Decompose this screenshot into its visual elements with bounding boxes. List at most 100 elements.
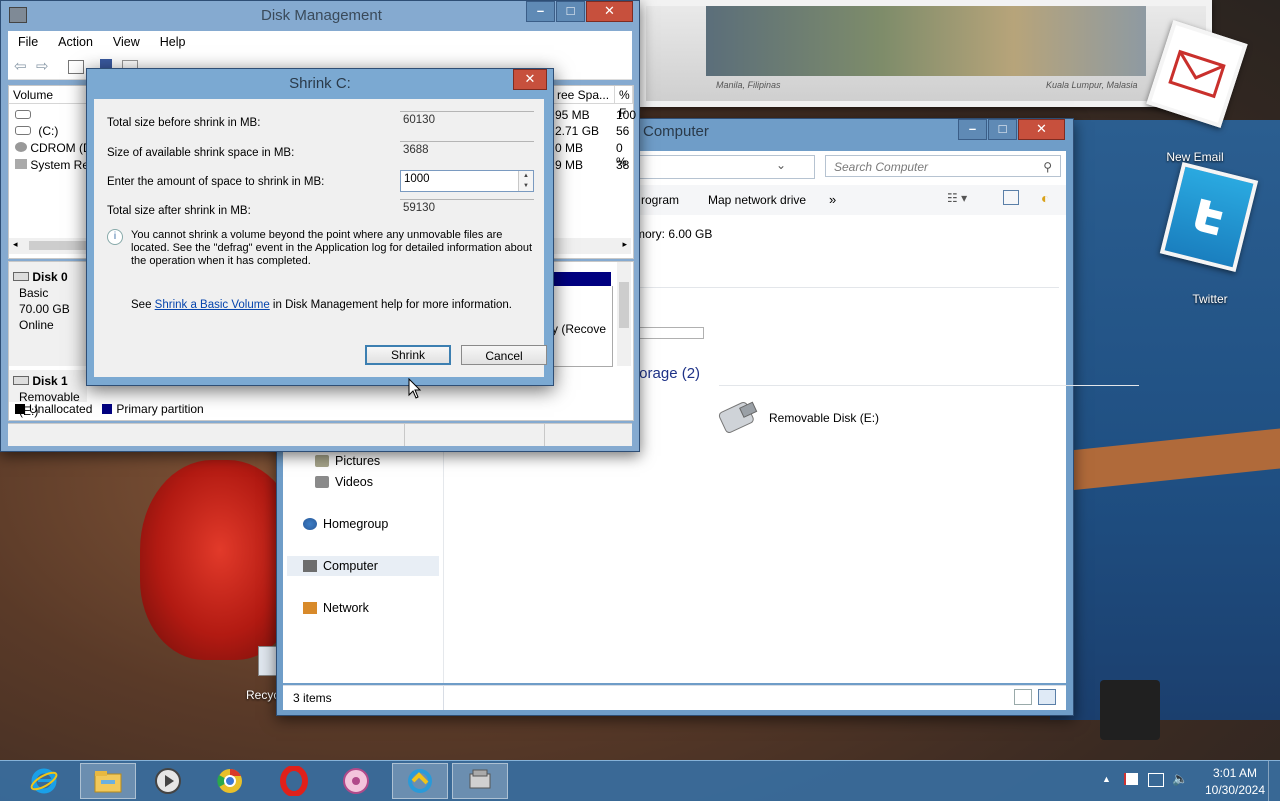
network-status-icon[interactable] [1148,773,1164,787]
close-button[interactable]: ✕ [1018,119,1065,140]
volume-row[interactable]: (C:) [15,124,58,138]
photo-landscape [706,6,1146,76]
console-tree-icon[interactable] [68,60,84,74]
taskbar-flower-app[interactable] [328,763,384,799]
free-space-value: 2.71 GB [555,124,600,138]
legend-unallocated-label: Unallocated [29,402,93,416]
free-space-value: 95 MB [555,108,590,122]
taskbar-internet-explorer[interactable] [16,763,72,799]
drive-icon [15,126,31,135]
size-before-value: 60130 [400,111,534,133]
mouse-cursor-icon [408,378,422,399]
chevron-down-icon[interactable]: ⌄ [776,158,786,172]
clock-date[interactable]: 10/30/2024 [1202,783,1268,797]
usb-drive-icon [718,401,758,433]
preview-pane-icon[interactable] [1003,190,1019,205]
explorer-statusbar: 3 items [283,685,1066,710]
volume-row[interactable] [15,108,31,122]
taskbar-opera[interactable] [266,763,322,799]
show-desktop-button[interactable] [1268,761,1280,801]
nav-videos[interactable]: Videos [315,472,373,492]
menu-view[interactable]: View [103,31,150,53]
cmd-program[interactable]: rogram [641,193,679,207]
show-hidden-icons-icon[interactable]: ▲ [1102,774,1111,784]
taskbar-file-explorer[interactable] [80,763,136,799]
minimize-button[interactable]: – [958,119,987,140]
minimize-button[interactable]: – [526,1,555,22]
nav-homegroup[interactable]: Homegroup [303,514,388,534]
volume-muted-icon[interactable]: 🔈 [1172,771,1188,787]
info-text: You cannot shrink a volume beyond the po… [131,229,533,267]
divider [544,424,545,446]
videos-icon [315,476,329,488]
maximize-button[interactable]: □ [556,1,585,22]
size-after-value: 59130 [400,199,534,221]
close-button[interactable]: ✕ [586,1,633,22]
percent-free-value: 100 [616,108,637,122]
column-percent-free[interactable]: % F [615,86,633,120]
disk-management-title: Disk Management [261,7,382,24]
column-free-space[interactable]: ree Spa... [553,86,615,104]
disk-icon [13,272,29,281]
nav-computer[interactable]: Computer [287,556,439,576]
homegroup-icon [303,518,317,530]
pictures-icon [315,455,329,467]
photo-caption-1: Manila, Filipinas [716,80,781,90]
shrink-help-link[interactable]: Shrink a Basic Volume [155,299,270,311]
disk-1-label[interactable]: Disk 1 Removable (E:) [9,370,87,418]
clock-time[interactable]: 3:01 AM [1208,766,1262,780]
taskbar-connect-app[interactable] [392,763,448,799]
dialog-close-button[interactable]: ✕ [513,69,547,90]
disk-icon [13,376,29,385]
divider [635,287,1059,288]
shrink-amount-stepper[interactable]: ▲ ▼ [518,171,533,191]
scroll-thumb[interactable] [619,282,629,328]
section-title-storage: torage (2) [635,365,701,382]
flower-app-icon [343,768,369,794]
disk-0-label[interactable]: Disk 0 Basic 70.00 GB Online [9,262,87,366]
removable-disk-item[interactable]: Removable Disk (E:) [715,397,915,433]
divider [443,686,444,710]
scroll-right-icon[interactable]: ▸ [622,239,627,250]
dialog-titlebar[interactable]: Shrink C: ✕ [87,69,553,97]
view-options-icon[interactable]: ☷ ▾ [947,191,967,205]
desktop-icon-twitter[interactable]: Twitter [1159,161,1259,310]
action-center-flag-icon[interactable] [1124,773,1138,785]
cmd-more[interactable]: » [829,192,836,207]
details-view-icon[interactable] [1014,689,1032,705]
shrink-dialog: Shrink C: ✕ Total size before shrink in … [86,68,554,386]
twitter-icon [1159,161,1259,273]
large-icons-view-icon[interactable] [1038,689,1056,705]
recovery-partition[interactable]: y (Recove [549,286,613,367]
label-size-after: Total size after shrink in MB: [107,205,251,217]
menu-file[interactable]: File [8,31,48,53]
back-icon[interactable]: ⇦ [14,57,27,75]
menu-action[interactable]: Action [48,31,103,53]
memory-info: mory: 6.00 GB [635,227,713,241]
volume-row[interactable]: System Re [15,158,89,172]
taskbar-chrome[interactable] [202,763,258,799]
taskbar-disk-manager[interactable] [452,763,508,799]
scroll-left-icon[interactable]: ◂ [13,239,18,250]
disk-management-app-icon [9,7,27,23]
shrink-amount-input[interactable]: 1000 ▲ ▼ [400,170,534,192]
help-icon[interactable]: ◐ [1041,190,1049,206]
cancel-button[interactable]: Cancel [461,345,547,365]
desktop-icon-new-email[interactable]: New Email [1146,20,1248,170]
maximize-button[interactable]: □ [988,119,1017,140]
forward-icon[interactable]: ⇨ [36,57,49,75]
disk-management-titlebar[interactable]: Disk Management – □ ✕ [1,1,639,29]
nav-network[interactable]: Network [303,598,369,618]
taskbar-media-player[interactable] [140,763,196,799]
cmd-map-network-drive[interactable]: Map network drive [708,193,806,207]
nav-pictures[interactable]: Pictures [315,451,380,471]
search-input[interactable]: Search Computer ⚲ [825,155,1061,177]
statusbar [8,423,632,446]
label-size-before: Total size before shrink in MB: [107,117,261,129]
spin-down-icon[interactable]: ▼ [519,181,533,191]
spin-up-icon[interactable]: ▲ [519,171,533,181]
vertical-scrollbar[interactable] [617,262,631,366]
volume-row[interactable]: CDROM (D [15,141,92,155]
shrink-button[interactable]: Shrink [365,345,451,365]
menu-help[interactable]: Help [150,31,196,53]
